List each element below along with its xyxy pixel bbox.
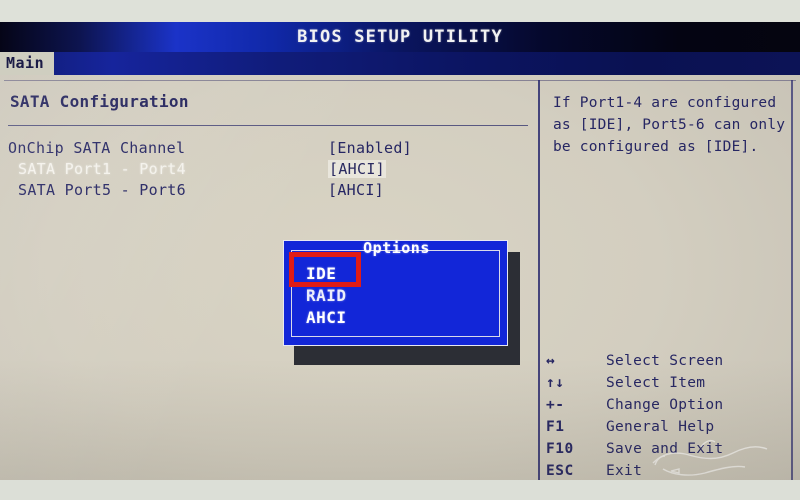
settings-row-value[interactable]: [Enabled] [328, 139, 412, 157]
settings-row[interactable]: SATA Port1 - Port4 [AHCI] [0, 160, 538, 181]
settings-row-label: OnChip SATA Channel [8, 139, 186, 157]
section-divider-line [8, 125, 528, 126]
left-right-arrow-icon: ↔ [546, 353, 556, 369]
navigation-row: ↑↓ Select Item [546, 372, 792, 394]
plus-minus-icon: +- [546, 397, 565, 413]
navigation-row: ESC Exit [546, 460, 792, 482]
help-text: If Port1-4 are configured as [IDE], Port… [553, 95, 786, 155]
annotation-highlight-box [289, 252, 361, 287]
navigation-row-description: Select Screen [606, 353, 724, 369]
navigation-legend: ↔ Select Screen ↑↓ Select Item +- Change Opti… [546, 350, 792, 482]
settings-row-value[interactable]: [AHCI] [328, 160, 386, 178]
navigation-row: F1 General Help [546, 416, 792, 438]
navigation-row: ↔ Select Screen [546, 350, 792, 372]
page-title: BIOS SETUP UTILITY [297, 27, 503, 47]
settings-row-value[interactable]: [AHCI] [328, 181, 384, 199]
up-down-arrow-icon: ↑↓ [546, 375, 565, 391]
bios-header-bar: BIOS SETUP UTILITY [0, 22, 800, 52]
header-divider-line [4, 80, 796, 81]
settings-row-label: SATA Port1 - Port4 [18, 160, 186, 178]
esc-key-icon: ESC [546, 463, 574, 479]
navigation-row-description: General Help [606, 419, 715, 435]
navigation-row-description: Save and Exit [606, 441, 724, 457]
section-title: SATA Configuration [10, 92, 189, 111]
navigation-row: F10 Save and Exit [546, 438, 792, 460]
tab-main[interactable]: Main [0, 52, 55, 75]
dialog-option-raid[interactable]: RAID [306, 286, 347, 305]
settings-row[interactable]: SATA Port5 - Port6 [AHCI] [0, 181, 538, 202]
bios-setup-screen: BIOS SETUP UTILITY Main SATA Configurati… [0, 0, 800, 500]
navigation-row: +- Change Option [546, 394, 792, 416]
pane-divider-line [538, 80, 540, 480]
f1-key-icon: F1 [546, 419, 565, 435]
photo-bottom-strip [0, 480, 800, 500]
menu-bar: Main [0, 52, 800, 75]
settings-row-label: SATA Port5 - Port6 [18, 181, 186, 199]
navigation-row-description: Select Item [606, 375, 706, 391]
navigation-row-description: Exit [606, 463, 643, 479]
dialog-option-ahci[interactable]: AHCI [306, 308, 347, 327]
navigation-row-description: Change Option [606, 397, 724, 413]
photo-top-strip [0, 0, 800, 22]
f10-key-icon: F10 [546, 441, 574, 457]
settings-row[interactable]: OnChip SATA Channel [Enabled] [0, 139, 538, 160]
